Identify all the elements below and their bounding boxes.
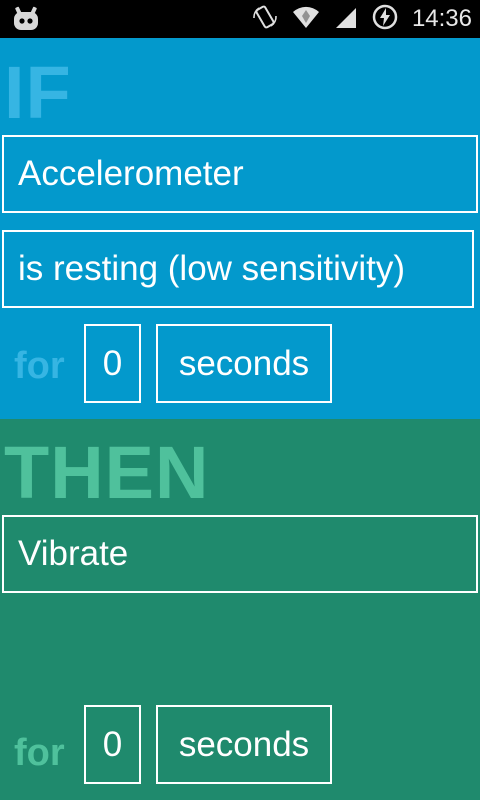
signal-icon	[334, 4, 358, 35]
action-selector[interactable]: Vibrate	[2, 515, 478, 593]
condition-selector[interactable]: is resting (low sensitivity)	[2, 230, 474, 308]
then-duration-unit-selector[interactable]: seconds	[156, 705, 332, 784]
status-bar: 14:36	[0, 0, 480, 38]
if-duration-value: 0	[102, 343, 123, 383]
then-duration-unit: seconds	[178, 724, 310, 764]
sensor-selector[interactable]: Accelerometer	[2, 135, 478, 213]
battery-charging-icon	[372, 4, 398, 35]
rotate-icon	[252, 4, 278, 35]
action-label: Vibrate	[18, 534, 129, 573]
sensor-label: Accelerometer	[18, 154, 244, 193]
if-heading: IF	[4, 51, 72, 134]
if-block: IF Accelerometer is resting (low sensiti…	[0, 38, 480, 419]
then-block: THEN Vibrate for 0 seconds	[0, 419, 480, 800]
then-duration-value: 0	[102, 724, 123, 764]
then-heading: THEN	[4, 431, 210, 514]
clock: 14:36	[411, 5, 472, 32]
condition-label: is resting (low sensitivity)	[18, 249, 406, 288]
cyanogenmod-android-icon	[12, 6, 40, 32]
wifi-icon	[292, 4, 320, 35]
then-for-label: for	[14, 732, 65, 774]
if-duration-input[interactable]: 0	[84, 324, 141, 403]
if-duration-unit: seconds	[178, 343, 310, 383]
then-duration-input[interactable]: 0	[84, 705, 141, 784]
if-for-label: for	[14, 345, 65, 387]
if-duration-unit-selector[interactable]: seconds	[156, 324, 332, 403]
